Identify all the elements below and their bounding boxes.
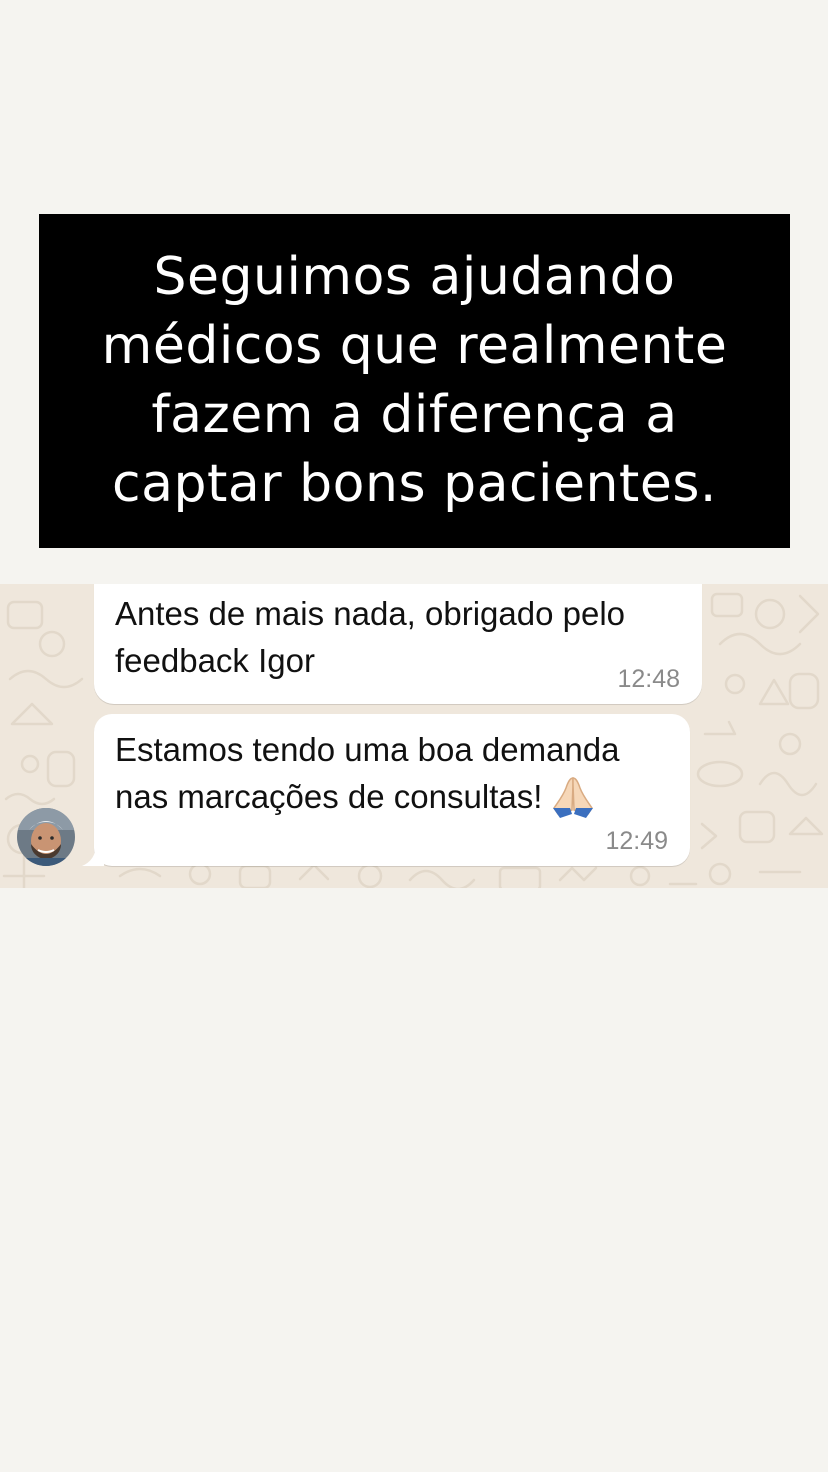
message-text-content: Estamos tendo uma boa demanda nas marcaç… xyxy=(115,731,620,815)
folded-hands-icon xyxy=(553,777,594,819)
message-text: Estamos tendo uma boa demanda nas marcaç… xyxy=(115,726,620,821)
headline-banner: Seguimos ajudando médicos que realmente … xyxy=(39,214,790,548)
message-bubble[interactable]: Estamos tendo uma boa demanda nas marcaç… xyxy=(82,714,690,866)
message-text: Antes de mais nada, obrigado pelo feedba… xyxy=(115,595,626,679)
bubble-tail xyxy=(82,844,104,866)
headline-text: Seguimos ajudando médicos que realmente … xyxy=(101,247,728,514)
avatar[interactable] xyxy=(17,808,75,866)
avatar-photo xyxy=(17,808,75,866)
message-timestamp: 12:49 xyxy=(605,827,668,855)
message-timestamp: 12:48 xyxy=(617,665,680,693)
chat-screenshot: Antes de mais nada, obrigado pelo feedba… xyxy=(0,584,828,888)
message-bubble[interactable]: Antes de mais nada, obrigado pelo feedba… xyxy=(94,584,702,704)
